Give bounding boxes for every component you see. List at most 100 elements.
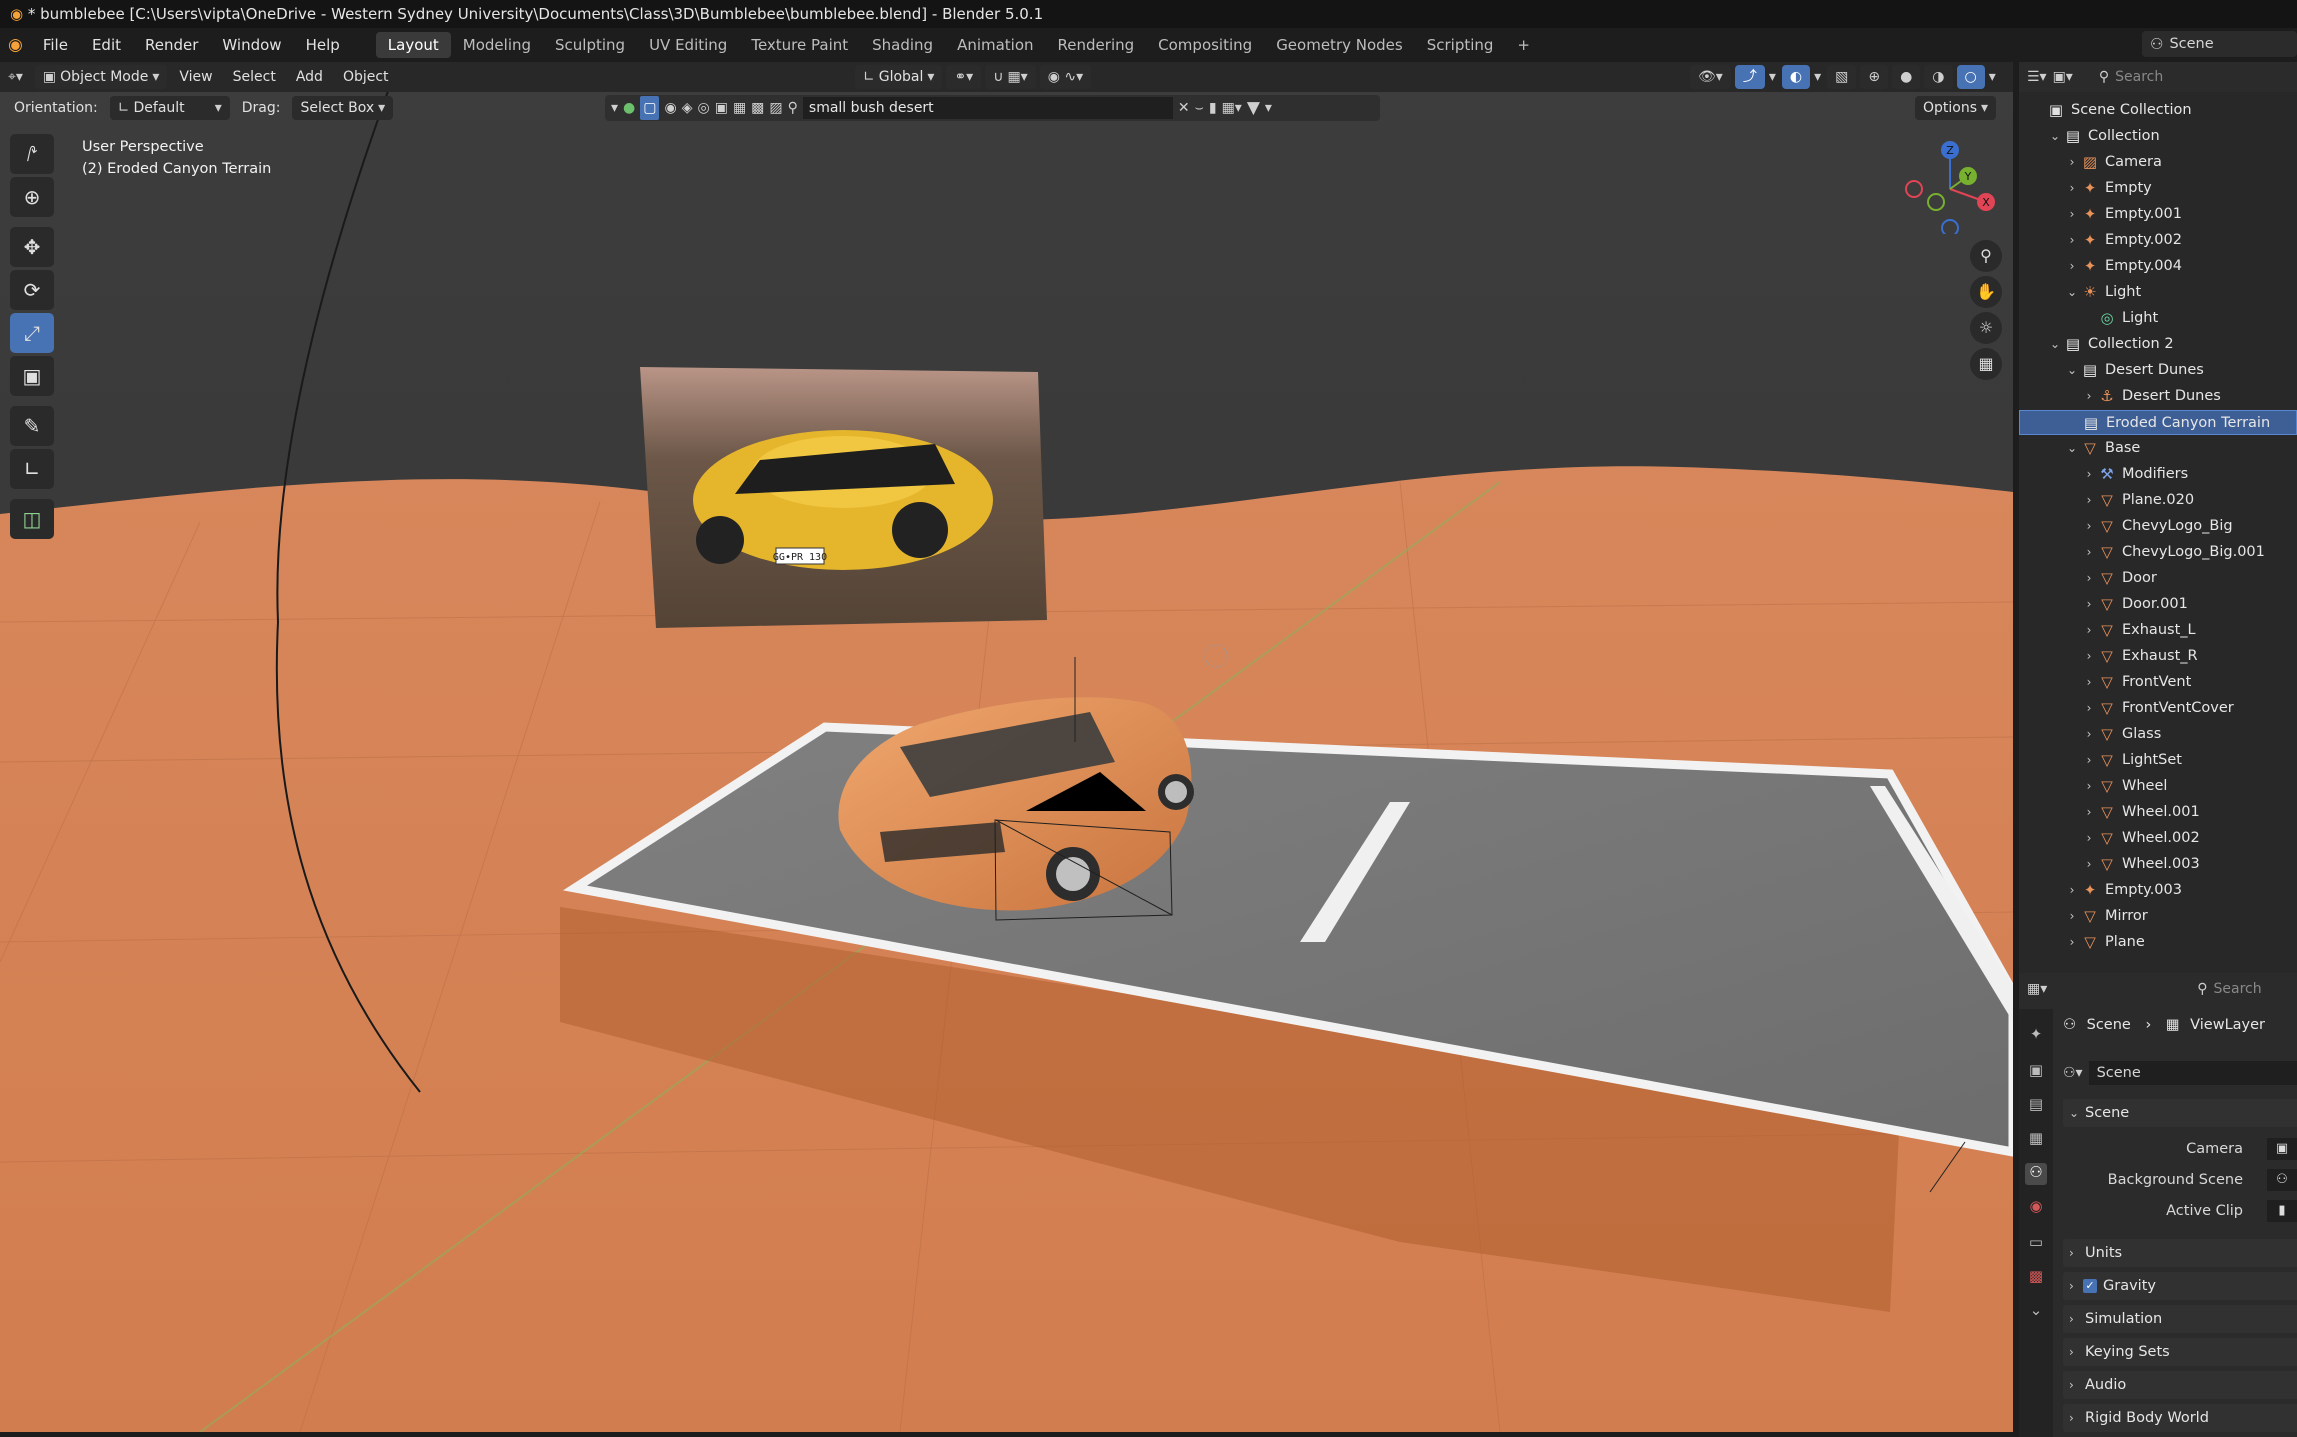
workspace-tab-modeling[interactable]: Modeling xyxy=(451,32,543,58)
add-workspace-icon[interactable]: + xyxy=(1505,32,1542,58)
menu-object[interactable]: Object xyxy=(335,65,397,89)
chevron-right-icon[interactable]: › xyxy=(2082,618,2096,643)
chevron-right-icon[interactable]: › xyxy=(2065,202,2079,227)
workspace-tab-rendering[interactable]: Rendering xyxy=(1046,32,1147,58)
annotate-tool-icon[interactable]: ✎ xyxy=(10,406,54,446)
chevron-right-icon[interactable]: › xyxy=(2082,488,2096,513)
navigation-gizmo[interactable]: Z X Y xyxy=(1900,134,2000,234)
chevron-right-icon[interactable]: › xyxy=(2082,852,2096,877)
menu-render[interactable]: Render xyxy=(133,36,210,54)
view-layer-tab-icon[interactable]: ▦ xyxy=(2025,1129,2047,1151)
transform-orientation-dropdown[interactable]: ∟ Global ▾ xyxy=(855,65,943,89)
editor-type-icon[interactable]: ⌖▾ xyxy=(0,65,31,89)
chevron-down-icon[interactable]: ⌄ xyxy=(2048,332,2062,357)
workspace-tab-uv-editing[interactable]: UV Editing xyxy=(637,32,739,58)
chevron-right-icon[interactable]: › xyxy=(2065,930,2079,955)
chevron-right-icon[interactable]: › xyxy=(2065,150,2079,175)
chevron-right-icon[interactable]: › xyxy=(2082,384,2096,409)
workspace-tab-layout[interactable]: Layout xyxy=(375,31,451,58)
asset-filter-model-icon[interactable]: ▦ xyxy=(733,96,746,120)
collection-tab-icon[interactable]: ▭ xyxy=(2025,1233,2047,1255)
asset-filter-hdri-icon[interactable]: ▣ xyxy=(715,96,728,120)
transform-tool-icon[interactable]: ▣ xyxy=(10,356,54,396)
workspace-tab-texture-paint[interactable]: Texture Paint xyxy=(739,32,860,58)
camera-field[interactable]: ▣ xyxy=(2267,1138,2297,1160)
cursor-tool-icon[interactable]: ⊕ xyxy=(10,177,54,217)
snap-button[interactable]: ∪ ▦▾ xyxy=(985,65,1036,89)
scene-datablock-selector[interactable]: ⚇▾ Scene xyxy=(2063,1060,2297,1086)
rotate-tool-icon[interactable]: ⟳ xyxy=(10,270,54,310)
outliner-row[interactable]: › ▽ FrontVent xyxy=(2019,670,2297,695)
menu-select[interactable]: Select xyxy=(225,65,284,89)
options-dropdown[interactable]: Options ▾ xyxy=(1915,96,1997,120)
asset-filter-decal-icon[interactable]: ▨ xyxy=(769,96,782,120)
shading-material-button[interactable]: ◑ xyxy=(1924,65,1953,89)
proportional-edit-button[interactable]: ◉ ∿▾ xyxy=(1039,65,1092,89)
camera-view-icon[interactable]: ☼ xyxy=(1970,312,2002,344)
chevron-right-icon[interactable]: › xyxy=(2065,228,2079,253)
outliner-row[interactable]: › ▽ Wheel.002 xyxy=(2019,826,2297,851)
simulation-panel[interactable]: › Simulation xyxy=(2063,1305,2297,1333)
world-tab-icon[interactable]: ◉ xyxy=(2025,1197,2047,1219)
outliner-row[interactable]: › ▽ Exhaust_R xyxy=(2019,644,2297,669)
xray-button[interactable]: ▧ xyxy=(1827,65,1857,89)
outliner-row[interactable]: ⌄ ▤ Collection xyxy=(2019,124,2297,149)
menu-add[interactable]: Add xyxy=(288,65,331,89)
outliner-row[interactable]: ⌄ ☀ Light xyxy=(2019,280,2297,305)
move-tool-icon[interactable]: ✥ xyxy=(10,227,54,267)
tool-tab-icon[interactable]: ✦ xyxy=(2025,1025,2047,1047)
outliner-row[interactable]: › ✦ Empty.003 xyxy=(2019,878,2297,903)
outliner-row[interactable]: › ▽ Plane xyxy=(2019,930,2297,955)
asset-filter-all-icon[interactable]: ▢ xyxy=(640,96,660,120)
pan-hand-icon[interactable]: ✋ xyxy=(1970,276,2002,308)
asset-filter-grid-icon[interactable]: ▩ xyxy=(751,96,764,120)
texture-tab-icon[interactable]: ▩ xyxy=(2025,1267,2047,1289)
properties-search-input[interactable]: Search xyxy=(2214,981,2262,997)
chevron-down-icon[interactable]: ⌄ xyxy=(2048,124,2062,149)
units-panel[interactable]: › Units xyxy=(2063,1239,2297,1267)
asset-filter-world-icon[interactable]: ◎ xyxy=(697,96,709,120)
asset-filter-texture-icon[interactable]: ◈ xyxy=(682,96,693,120)
audio-panel[interactable]: › Audio xyxy=(2063,1371,2297,1399)
workspace-tab-shading[interactable]: Shading xyxy=(860,32,945,58)
shading-solid-button[interactable]: ● xyxy=(1892,65,1921,89)
blender-menu-icon[interactable]: ◉ xyxy=(0,35,31,55)
outliner-row[interactable]: › ▽ Glass xyxy=(2019,722,2297,747)
background-scene-field[interactable]: ⚇ xyxy=(2267,1169,2297,1191)
menu-view[interactable]: View xyxy=(171,65,220,89)
select-box-tool-icon[interactable]: ⭚ xyxy=(10,134,54,174)
outliner-row[interactable]: › ▽ Mirror xyxy=(2019,904,2297,929)
chevron-down-icon[interactable]: ⌄ xyxy=(2065,358,2079,383)
chevron-right-icon[interactable]: › xyxy=(2082,748,2096,773)
outliner-row[interactable]: ⌄ ▽ Base xyxy=(2019,436,2297,461)
display-mode-icon[interactable]: ▣▾ xyxy=(2053,65,2073,89)
add-cube-tool-icon[interactable]: ◫ xyxy=(10,499,54,539)
workspace-tab-geometry-nodes[interactable]: Geometry Nodes xyxy=(1264,32,1415,58)
output-tab-icon[interactable]: ▤ xyxy=(2025,1095,2047,1117)
outliner-row[interactable]: › ⚒ Modifiers xyxy=(2019,462,2297,487)
outliner-row[interactable]: › ✦ Empty xyxy=(2019,176,2297,201)
outliner-row[interactable]: › ⚓ Desert Dunes xyxy=(2019,384,2297,409)
asset-search-input[interactable] xyxy=(802,97,1173,119)
outliner-row[interactable]: › ▽ Exhaust_L xyxy=(2019,618,2297,643)
outliner-row[interactable]: ▤ Eroded Canyon Terrain xyxy=(2019,410,2297,435)
chevron-down-icon[interactable]: ⌄ xyxy=(2065,280,2079,305)
measure-tool-icon[interactable]: ∟ xyxy=(10,449,54,489)
outliner-row[interactable]: › ▨ Camera xyxy=(2019,150,2297,175)
chevron-right-icon[interactable]: › xyxy=(2082,826,2096,851)
chevron-right-icon[interactable]: › xyxy=(2065,878,2079,903)
workspace-tab-sculpting[interactable]: Sculpting xyxy=(543,32,637,58)
outliner-row[interactable]: › ✦ Empty.001 xyxy=(2019,202,2297,227)
outliner-row[interactable]: ◎ Light xyxy=(2019,306,2297,331)
view-layout-icon[interactable]: ▦▾ xyxy=(1222,96,1242,120)
outliner-row[interactable]: › ▽ Wheel.001 xyxy=(2019,800,2297,825)
chevron-right-icon[interactable]: › xyxy=(2082,800,2096,825)
outliner-row[interactable]: › ▽ Door xyxy=(2019,566,2297,591)
chevron-right-icon[interactable]: › xyxy=(2082,462,2096,487)
menu-edit[interactable]: Edit xyxy=(80,36,133,54)
chevron-right-icon[interactable]: › xyxy=(2082,592,2096,617)
shading-rendered-button[interactable]: ○ xyxy=(1956,65,1985,89)
active-clip-field[interactable]: ▮ xyxy=(2267,1200,2297,1222)
outliner-row[interactable]: ▣ Scene Collection xyxy=(2019,98,2297,123)
3d-viewport[interactable]: GG•PR 130 ⌖▾ ▣ Object Mode ▾ View Select A… xyxy=(0,62,2013,1432)
